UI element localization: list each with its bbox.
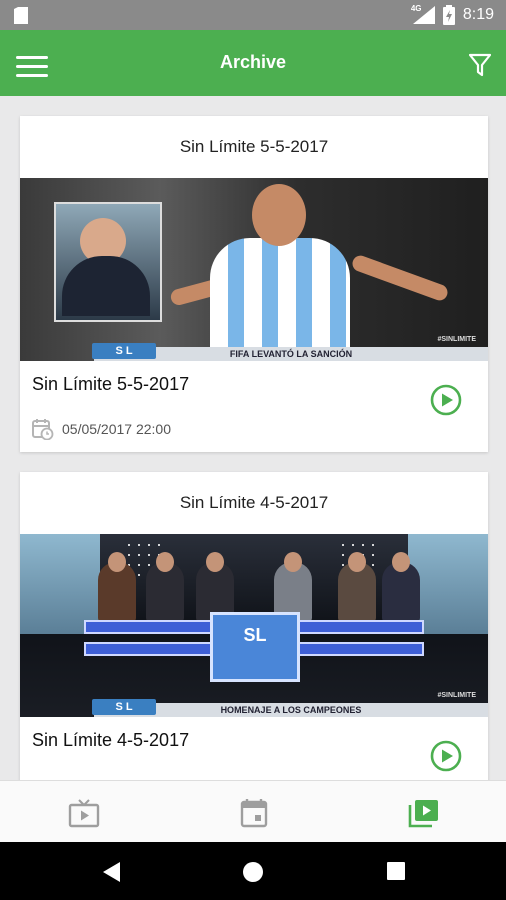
card-header: Sin Límite 5-5-2017 xyxy=(179,137,329,156)
signal-icon: 4G xyxy=(410,4,435,24)
thumbnail-hashtag: #SINLIMITE xyxy=(437,692,476,699)
bottom-navigation xyxy=(0,780,506,842)
play-icon[interactable] xyxy=(430,384,462,416)
archive-card[interactable]: Sin Límite 4-5-2017 SL #SINLIMITE HOMENA… xyxy=(20,472,488,780)
video-title: Sin Límite 5-5-2017 xyxy=(32,374,190,394)
thumbnail-hashtag: #SINLIMITE xyxy=(437,336,476,343)
video-thumbnail[interactable]: SL #SINLIMITE HOMENAJE A LOS CAMPEONES S… xyxy=(20,534,488,717)
home-icon[interactable] xyxy=(242,861,264,883)
archive-list[interactable]: Sin Límite 5-5-2017 #SINLIMITE FIFA LEVA… xyxy=(0,96,506,780)
filter-icon[interactable] xyxy=(469,53,491,77)
video-library-icon[interactable] xyxy=(408,798,440,828)
app-bar: Archive xyxy=(0,30,506,96)
network-type: 4G xyxy=(410,4,422,13)
battery-icon xyxy=(442,5,455,25)
play-icon[interactable] xyxy=(430,740,462,772)
page-title: Archive xyxy=(219,52,287,72)
video-thumbnail[interactable]: #SINLIMITE FIFA LEVANTÓ LA SANCIÓN S L xyxy=(20,178,488,361)
back-icon[interactable] xyxy=(102,861,122,883)
tv-icon[interactable] xyxy=(68,798,100,828)
video-date: 05/05/2017 22:00 xyxy=(62,421,171,437)
calendar-icon[interactable] xyxy=(238,798,270,828)
video-title: Sin Límite 4-5-2017 xyxy=(32,730,190,750)
channel-logo: S L xyxy=(92,343,156,359)
card-header: Sin Límite 4-5-2017 xyxy=(179,493,329,512)
archive-card[interactable]: Sin Límite 5-5-2017 #SINLIMITE FIFA LEVA… xyxy=(20,116,488,452)
channel-logo: S L xyxy=(92,699,156,715)
schedule-icon xyxy=(32,419,54,440)
studio-screen: SL xyxy=(210,612,300,682)
date-row: 05/05/2017 22:00 xyxy=(32,418,171,440)
clock: 8:19 xyxy=(462,6,494,23)
sim-card-icon xyxy=(14,7,28,24)
system-navigation-bar xyxy=(0,842,506,900)
recents-icon[interactable] xyxy=(386,861,406,881)
status-bar: 4G 8:19 xyxy=(0,0,506,30)
